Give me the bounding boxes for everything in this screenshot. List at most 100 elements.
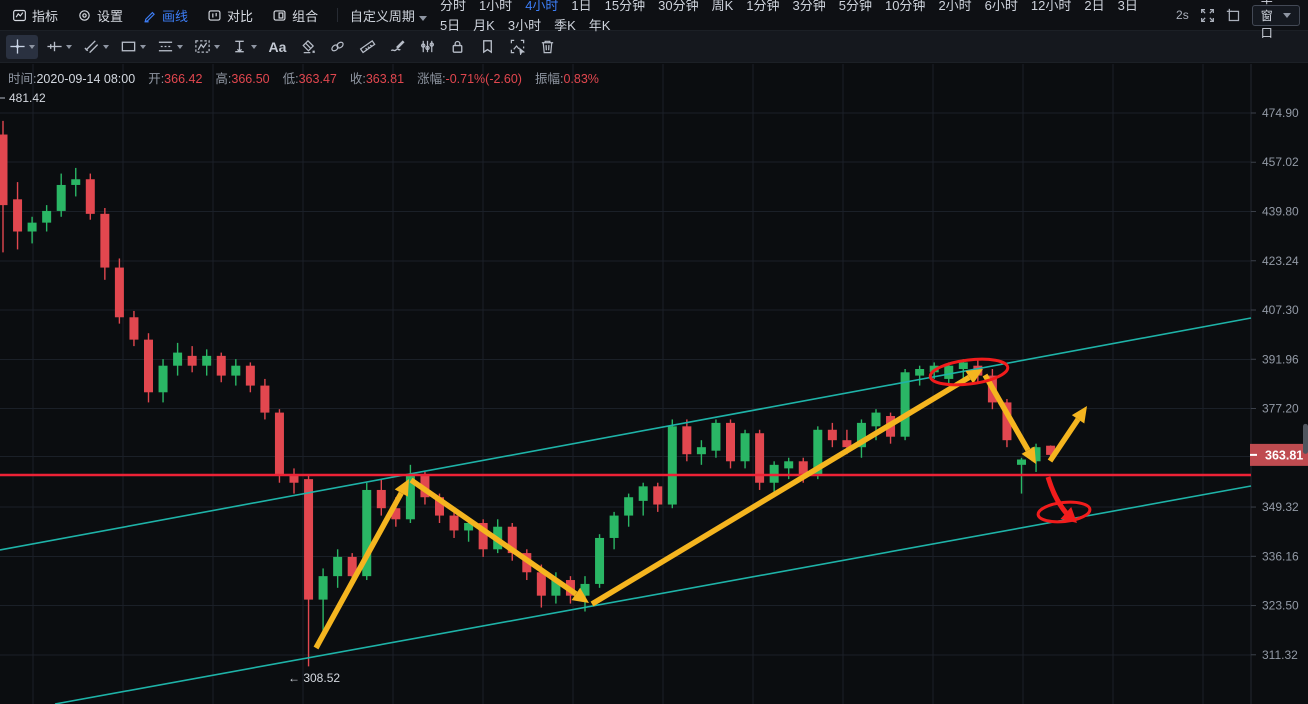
chart-canvas[interactable]: 481.42← 308.52 474.90 457.02 439.80 423.24 40… [0, 64, 1308, 704]
ohlc-close: 收:363.81 [350, 68, 404, 87]
svg-text:← 308.52: ← 308.52 [288, 671, 340, 685]
svg-text:363.81: 363.81 [1265, 448, 1303, 462]
compare-icon [207, 8, 222, 23]
bar-marker-icon[interactable] [415, 35, 440, 59]
chevron-down-icon [103, 45, 109, 49]
brush-icon[interactable] [385, 35, 410, 59]
indicator-icon [12, 8, 27, 23]
ohlc-amplitude: 振幅:0.83% [535, 68, 599, 87]
svg-text:377.20: 377.20 [1262, 402, 1299, 416]
axis-scrollbar [1303, 424, 1308, 454]
svg-text:311.32: 311.32 [1262, 648, 1298, 662]
refresh-interval: 2s [1176, 8, 1189, 22]
svg-text:407.30: 407.30 [1262, 303, 1299, 317]
svg-text:423.24: 423.24 [1262, 254, 1299, 268]
timeframe-4小时[interactable]: 4小时 [525, 0, 558, 13]
svg-text:336.16: 336.16 [1262, 549, 1299, 563]
ohlc-time: 时间:2020-09-14 08:00 [8, 68, 135, 87]
pencil-icon [142, 8, 157, 23]
menu-item-label: 指标 [32, 6, 58, 25]
svg-text:439.80: 439.80 [1262, 205, 1299, 219]
timeframe-周K[interactable]: 周K [712, 0, 734, 13]
chevron-down-icon [251, 45, 257, 49]
price-range-tool[interactable] [228, 35, 260, 59]
rectangle-tool[interactable] [117, 35, 149, 59]
delete-icon[interactable] [535, 35, 560, 59]
ohlc-open: 开:366.42 [148, 68, 202, 87]
eraser-icon[interactable] [295, 35, 320, 59]
timeframe-3日[interactable]: 3日 [1118, 0, 1138, 13]
toolbar-divider [337, 8, 338, 22]
gear-icon [77, 8, 92, 23]
timeframe-1分钟[interactable]: 1分钟 [746, 0, 779, 13]
timeframe-1日[interactable]: 1日 [571, 0, 591, 13]
chevron-down-icon [66, 45, 72, 49]
timeframe-15分钟[interactable]: 15分钟 [605, 0, 645, 13]
trading-chart-app: 指标 设置 画线 对比 [0, 0, 1308, 704]
annotations-layer: 481.42← 308.52 [0, 91, 1251, 704]
chevron-down-icon [177, 45, 183, 49]
lock-icon[interactable] [445, 35, 470, 59]
fullscreen-icon[interactable] [1200, 8, 1215, 23]
timeframe-年K[interactable]: 年K [589, 18, 611, 33]
chevron-down-icon [419, 16, 427, 21]
timeframe-月K[interactable]: 月K [473, 18, 495, 33]
last-price-badge: 363.81 [1250, 444, 1308, 466]
ohlc-low: 低:363.47 [283, 68, 337, 87]
bookmark-icon[interactable] [475, 35, 500, 59]
timeframe-3分钟[interactable]: 3分钟 [793, 0, 826, 13]
menu-item-settings[interactable]: 设置 [77, 6, 123, 25]
timeframe-2日[interactable]: 2日 [1084, 0, 1104, 13]
window-mode-dropdown[interactable]: 单窗口 [1252, 5, 1300, 26]
parallel-channel-tool[interactable] [154, 35, 186, 59]
grid-layer [0, 64, 1251, 704]
timeframe-5分钟[interactable]: 5分钟 [839, 0, 872, 13]
chevron-down-icon [1283, 13, 1291, 18]
ohlc-change: 涨幅:-0.71%(-2.60) [417, 68, 522, 87]
svg-text:323.50: 323.50 [1262, 599, 1299, 613]
chevron-down-icon [29, 45, 35, 49]
pattern-tool[interactable] [191, 35, 223, 59]
svg-text:349.32: 349.32 [1262, 500, 1299, 514]
ruler-icon[interactable] [355, 35, 380, 59]
timeframe-季K[interactable]: 季K [554, 18, 576, 33]
y-axis: 474.90 457.02 439.80 423.24 407.30 391.96 377.… [1251, 106, 1299, 662]
custom-period-dropdown[interactable]: 自定义周期 [350, 6, 427, 25]
menu-item-indicators[interactable]: 指标 [12, 6, 58, 25]
main-toolbar: 指标 设置 画线 对比 [0, 0, 1308, 31]
timeframe-2小时[interactable]: 2小时 [938, 0, 971, 13]
menu-item-label: 画线 [162, 6, 188, 25]
ohlc-high: 高:366.50 [215, 68, 269, 87]
magnet-icon[interactable] [325, 35, 350, 59]
menu-item-draw[interactable]: 画线 [142, 6, 188, 25]
chevron-down-icon [214, 45, 220, 49]
menu-item-layout[interactable]: 组合 [272, 6, 318, 25]
topbar-right-controls: 2s 单窗口 [1176, 5, 1300, 26]
timeframe-5日[interactable]: 5日 [440, 18, 460, 33]
trend-line-tool[interactable] [80, 35, 112, 59]
timeframe-bar: 自定义周期 分时 1小时 4小时 1日 15分钟 30分钟 周K 1分钟 3分钟 5分钟 10分钟 2… [350, 0, 1176, 35]
chevron-down-icon [140, 45, 146, 49]
timeframe-3小时[interactable]: 3小时 [508, 18, 541, 33]
timeframe-1小时[interactable]: 1小时 [479, 0, 512, 13]
svg-text:474.90: 474.90 [1262, 106, 1299, 120]
menu-item-label: 组合 [292, 6, 318, 25]
svg-text:457.02: 457.02 [1262, 155, 1299, 169]
layout-icon [272, 8, 287, 23]
screenshot-icon[interactable] [505, 35, 530, 59]
menu-item-label: 设置 [97, 6, 123, 25]
timeframe-6小时[interactable]: 6小时 [985, 0, 1018, 13]
timeframe-分时[interactable]: 分时 [440, 0, 466, 13]
ohlc-info-bar: 时间:2020-09-14 08:00 开:366.42 高:366.50 低:… [8, 68, 599, 87]
timeframe-12小时[interactable]: 12小时 [1031, 0, 1071, 13]
menu-item-compare[interactable]: 对比 [207, 6, 253, 25]
timeframe-30分钟[interactable]: 30分钟 [658, 0, 698, 13]
timeframe-list: 分时 1小时 4小时 1日 15分钟 30分钟 周K 1分钟 3分钟 5分钟 10分钟 2小时 6小时 1… [440, 0, 1176, 35]
svg-text:391.96: 391.96 [1262, 352, 1299, 366]
new-window-icon[interactable] [1226, 8, 1241, 23]
horizontal-line-tool[interactable] [43, 35, 75, 59]
candles-layer [0, 121, 1055, 667]
text-tool[interactable]: Aa [265, 35, 290, 59]
timeframe-10分钟[interactable]: 10分钟 [885, 0, 925, 13]
crosshair-tool[interactable] [6, 35, 38, 59]
